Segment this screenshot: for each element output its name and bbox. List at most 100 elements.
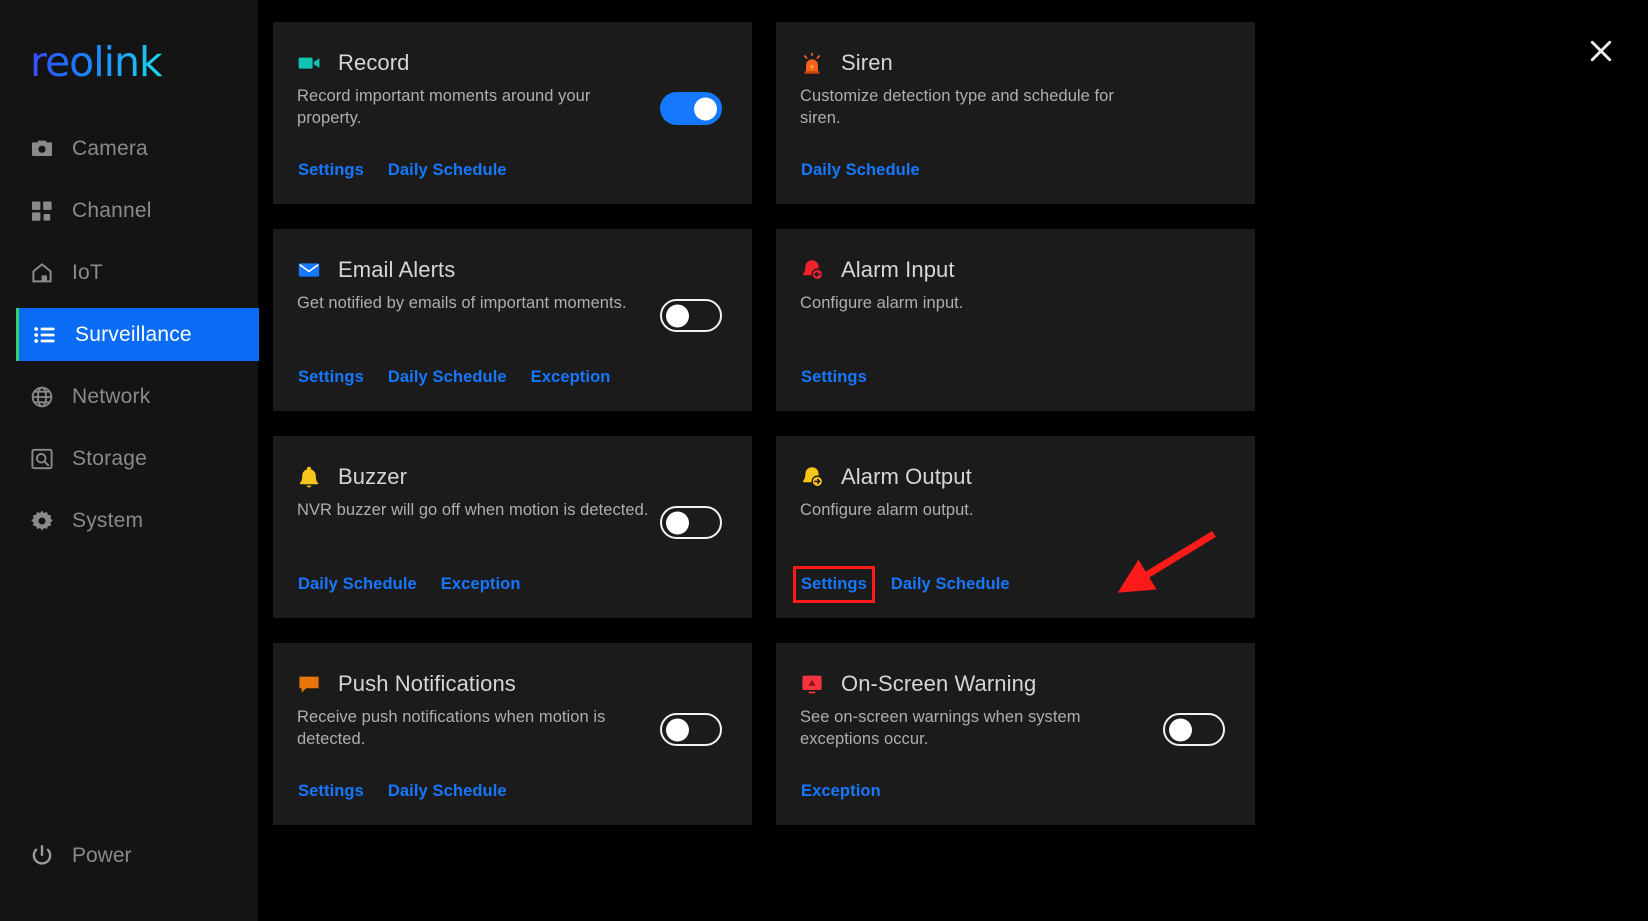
card-email-alerts: Email Alerts Get notified by emails of im… bbox=[273, 229, 752, 411]
link-daily-schedule-buzzer[interactable]: Daily Schedule bbox=[297, 573, 418, 596]
sidebar-item-label: Storage bbox=[72, 446, 147, 470]
card-buzzer: Buzzer NVR buzzer will go off when motion… bbox=[273, 436, 752, 618]
card-links: Settings bbox=[800, 366, 868, 389]
sidebar-item-channel[interactable]: Channel bbox=[0, 184, 259, 237]
card-title: Push Notifications bbox=[338, 671, 516, 696]
iot-home-icon bbox=[29, 260, 55, 286]
link-settings-alarm-output[interactable]: Settings bbox=[793, 566, 875, 603]
card-record: Record Record important moments around yo… bbox=[273, 22, 752, 204]
card-row: Record Record important moments around yo… bbox=[273, 22, 1255, 204]
card-title: Email Alerts bbox=[338, 257, 456, 282]
link-exception-on-screen-warning[interactable]: Exception bbox=[800, 780, 882, 803]
card-header: Record bbox=[297, 48, 728, 78]
toggle-email-alerts[interactable] bbox=[660, 299, 722, 332]
link-daily-schedule-record[interactable]: Daily Schedule bbox=[387, 159, 508, 182]
video-camera-icon bbox=[297, 51, 321, 75]
card-title: Siren bbox=[841, 50, 893, 75]
card-links: Settings Daily Schedule bbox=[297, 159, 508, 182]
link-daily-schedule-email-alerts[interactable]: Daily Schedule bbox=[387, 366, 508, 389]
sidebar-item-system[interactable]: System bbox=[0, 494, 259, 547]
sidebar-item-label: System bbox=[72, 508, 144, 532]
card-description: Receive push notifications when motion i… bbox=[297, 708, 606, 748]
card-description: Configure alarm output. bbox=[800, 501, 974, 519]
card-header: On-Screen Warning bbox=[800, 669, 1231, 699]
card-links: Exception bbox=[800, 780, 882, 803]
sidebar: reolink Camera Channel IoT Surveillance Netw… bbox=[0, 0, 259, 921]
link-daily-schedule-alarm-output[interactable]: Daily Schedule bbox=[890, 573, 1011, 596]
toggle-on-screen-warning[interactable] bbox=[1163, 713, 1225, 746]
bell-icon bbox=[297, 465, 321, 489]
siren-light-icon bbox=[800, 51, 824, 75]
card-links: Daily Schedule bbox=[800, 159, 921, 182]
close-button[interactable] bbox=[1580, 30, 1622, 72]
card-header: Siren bbox=[800, 48, 1231, 78]
card-row: Buzzer NVR buzzer will go off when motion… bbox=[273, 436, 1255, 618]
card-title: On-Screen Warning bbox=[841, 671, 1037, 696]
link-settings-alarm-input[interactable]: Settings bbox=[800, 366, 868, 389]
toggle-push-notifications[interactable] bbox=[660, 713, 722, 746]
camera-icon bbox=[29, 136, 55, 162]
sidebar-nav: Camera Channel IoT Surveillance Network Stora… bbox=[0, 122, 259, 556]
card-title: Buzzer bbox=[338, 464, 408, 489]
list-icon bbox=[32, 322, 58, 348]
link-settings-push-notifications[interactable]: Settings bbox=[297, 780, 365, 803]
link-daily-schedule-siren[interactable]: Daily Schedule bbox=[800, 159, 921, 182]
card-header: Push Notifications bbox=[297, 669, 728, 699]
main-content: Record Record important moments around yo… bbox=[259, 0, 1648, 921]
toggle-knob bbox=[694, 97, 717, 120]
card-header: Alarm Input bbox=[800, 255, 1231, 285]
storage-disk-icon bbox=[29, 446, 55, 472]
card-description: Record important moments around your pro… bbox=[297, 87, 591, 127]
card-links: Daily Schedule Exception bbox=[297, 573, 522, 596]
gear-icon bbox=[29, 508, 55, 534]
envelope-icon bbox=[297, 258, 321, 282]
card-description: Customize detection type and schedule fo… bbox=[800, 87, 1114, 127]
sidebar-item-camera[interactable]: Camera bbox=[0, 122, 259, 175]
card-header: Email Alerts bbox=[297, 255, 728, 285]
card-header: Buzzer bbox=[297, 462, 728, 492]
sidebar-item-label: Camera bbox=[72, 136, 148, 160]
sidebar-item-surveillance[interactable]: Surveillance bbox=[16, 308, 259, 361]
sidebar-item-label: Channel bbox=[72, 198, 152, 222]
card-on-screen-warning: On-Screen Warning See on-screen warnings … bbox=[776, 643, 1255, 825]
sidebar-item-power[interactable]: Power bbox=[0, 833, 132, 879]
settings-card-grid: Record Record important moments around yo… bbox=[273, 22, 1255, 850]
card-row: Push Notifications Receive push notificat… bbox=[273, 643, 1255, 825]
speech-bubble-icon bbox=[297, 672, 321, 696]
card-description: Get notified by emails of important mome… bbox=[297, 294, 627, 312]
link-settings-email-alerts[interactable]: Settings bbox=[297, 366, 365, 389]
toggle-knob bbox=[1169, 718, 1192, 741]
card-title: Alarm Input bbox=[841, 257, 955, 282]
sidebar-item-iot[interactable]: IoT bbox=[0, 246, 259, 299]
card-description: Configure alarm input. bbox=[800, 294, 964, 312]
reolink-logo: reolink bbox=[30, 36, 210, 88]
card-row: Email Alerts Get notified by emails of im… bbox=[273, 229, 1255, 411]
card-push-notifications: Push Notifications Receive push notificat… bbox=[273, 643, 752, 825]
link-settings-record[interactable]: Settings bbox=[297, 159, 365, 182]
close-icon bbox=[1590, 40, 1612, 62]
sidebar-item-label: Network bbox=[72, 384, 151, 408]
sidebar-item-label: IoT bbox=[72, 260, 103, 284]
bell-arrow-in-icon bbox=[800, 258, 824, 282]
sidebar-item-label: Surveillance bbox=[75, 322, 192, 346]
sidebar-item-network[interactable]: Network bbox=[0, 370, 259, 423]
link-daily-schedule-push-notifications[interactable]: Daily Schedule bbox=[387, 780, 508, 803]
card-links: Settings Daily Schedule Exception bbox=[297, 366, 611, 389]
link-exception-email-alerts[interactable]: Exception bbox=[530, 366, 612, 389]
card-alarm-input: Alarm Input Configure alarm input. Setting… bbox=[776, 229, 1255, 411]
card-description: NVR buzzer will go off when motion is de… bbox=[297, 501, 649, 519]
monitor-warning-icon bbox=[800, 672, 824, 696]
toggle-record[interactable] bbox=[660, 92, 722, 125]
link-exception-buzzer[interactable]: Exception bbox=[440, 573, 522, 596]
card-title: Alarm Output bbox=[841, 464, 972, 489]
toggle-buzzer[interactable] bbox=[660, 506, 722, 539]
sidebar-item-storage[interactable]: Storage bbox=[0, 432, 259, 485]
card-alarm-output: Alarm Output Configure alarm output. Setti… bbox=[776, 436, 1255, 618]
card-links: Settings Daily Schedule bbox=[793, 566, 1011, 603]
bell-arrow-out-icon bbox=[800, 465, 824, 489]
card-header: Alarm Output bbox=[800, 462, 1231, 492]
toggle-knob bbox=[666, 718, 689, 741]
power-icon bbox=[29, 843, 55, 869]
card-title: Record bbox=[338, 50, 410, 75]
sidebar-item-label-power: Power bbox=[72, 844, 132, 867]
